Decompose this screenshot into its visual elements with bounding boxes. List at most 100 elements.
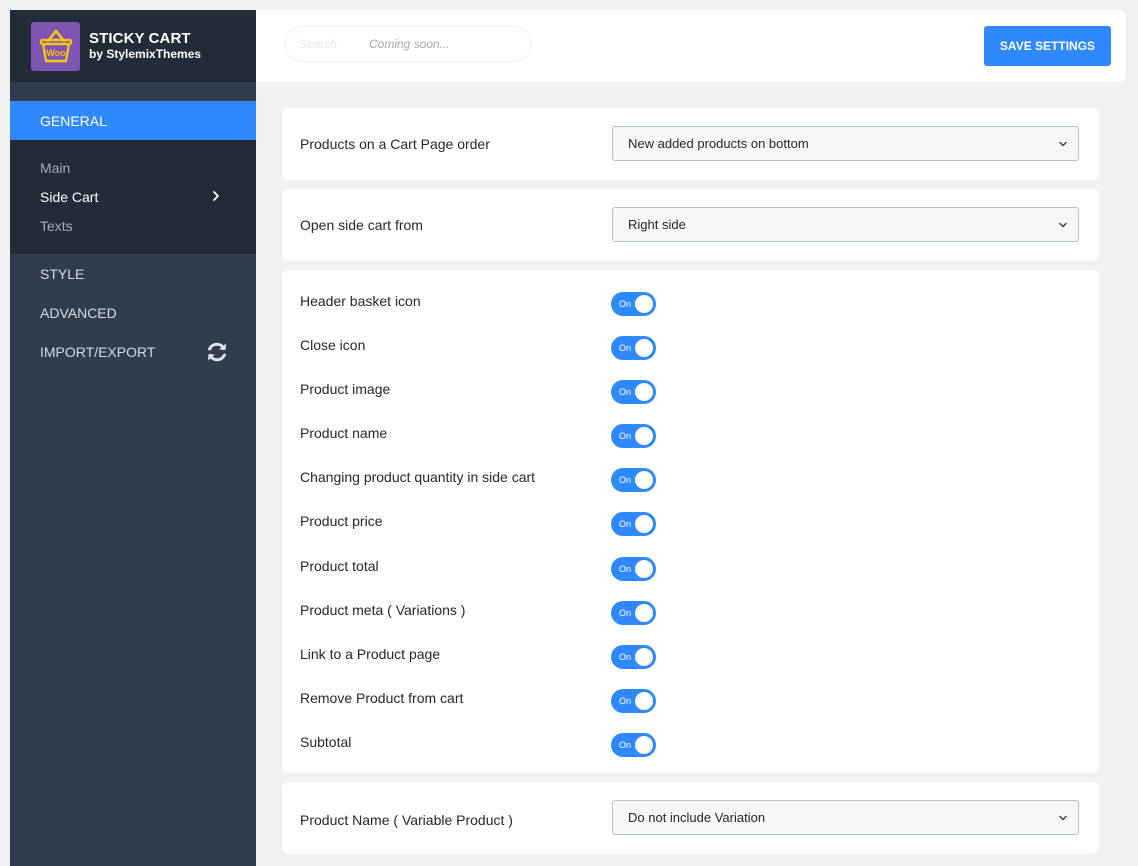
toggle-on-text: On bbox=[619, 475, 632, 485]
nav-item-style[interactable]: STYLE bbox=[10, 254, 256, 293]
toggle-row: Product total On bbox=[282, 543, 1099, 587]
nav-general-label: GENERAL bbox=[40, 112, 107, 129]
toggle-label: Link to a Product page bbox=[300, 646, 441, 662]
subnav-item-label: Main bbox=[40, 159, 71, 176]
toggle-knob bbox=[635, 648, 653, 666]
subnav: Main Side Cart Texts bbox=[10, 140, 256, 254]
panel-open-from: Open side cart from Right side bbox=[282, 189, 1099, 261]
subnav-item-side-cart[interactable]: Side Cart bbox=[10, 182, 256, 211]
toggle-on-text: On bbox=[619, 608, 632, 618]
toggle-label: Subtotal bbox=[300, 734, 352, 750]
chevron-right-icon bbox=[213, 191, 219, 201]
cart-order-value: New added products on bottom bbox=[628, 136, 809, 151]
nav-item-import-export[interactable]: IMPORT/EXPORT bbox=[10, 332, 256, 371]
nav-item-label: ADVANCED bbox=[40, 304, 117, 321]
toggle-row: Changing product quantity in side cart O… bbox=[282, 454, 1099, 498]
open-from-label: Open side cart from bbox=[300, 217, 423, 233]
toggle-label: Product price bbox=[300, 513, 383, 529]
sidebar: Woo STICKY CART by StylemixThemes GENERA… bbox=[10, 10, 256, 866]
search-coming-soon: Coming soon... bbox=[369, 37, 450, 51]
toggle-knob bbox=[635, 471, 653, 489]
panel-cart-order: Products on a Cart Page order New added … bbox=[282, 108, 1099, 180]
toggle-on-text: On bbox=[619, 652, 632, 662]
toggle-row: Header basket icon On bbox=[282, 278, 1099, 322]
panel-toggles: Header basket icon On Close icon On Prod… bbox=[282, 270, 1099, 773]
variable-name-label: Product Name ( Variable Product ) bbox=[300, 812, 513, 828]
toggle-row: Product image On bbox=[282, 366, 1099, 410]
refresh-icon bbox=[208, 342, 226, 362]
subnav-item-texts[interactable]: Texts bbox=[10, 211, 256, 240]
toggle-on-text: On bbox=[619, 431, 632, 441]
toggle-row: Product price On bbox=[282, 498, 1099, 542]
toggle-on-text: On bbox=[619, 299, 632, 309]
open-from-select[interactable]: Right side bbox=[612, 207, 1079, 242]
brand-subtitle: by StylemixThemes bbox=[89, 46, 202, 61]
toggle-label: Product meta ( Variations ) bbox=[300, 602, 466, 618]
chevron-down-icon bbox=[1059, 815, 1067, 821]
product-link-toggle[interactable]: On bbox=[611, 645, 656, 669]
product-name-toggle[interactable]: On bbox=[611, 424, 656, 448]
panel-variable-name: Product Name ( Variable Product ) Do not… bbox=[282, 782, 1099, 854]
toggle-on-text: On bbox=[619, 740, 632, 750]
toggle-knob bbox=[635, 736, 653, 754]
toggle-label: Remove Product from cart bbox=[300, 690, 464, 706]
toggle-on-text: On bbox=[619, 387, 632, 397]
chevron-down-icon bbox=[1059, 222, 1067, 228]
save-settings-button[interactable]: SAVE SETTINGS bbox=[984, 26, 1111, 66]
toggle-row: Remove Product from cart On bbox=[282, 675, 1099, 719]
toggle-knob bbox=[635, 339, 653, 357]
product-price-toggle[interactable]: On bbox=[611, 512, 656, 536]
product-meta-toggle[interactable]: On bbox=[611, 601, 656, 625]
close-icon-toggle[interactable]: On bbox=[611, 336, 656, 360]
toggle-on-text: On bbox=[619, 696, 632, 706]
variable-name-select[interactable]: Do not include Variation bbox=[612, 800, 1079, 835]
header-basket-icon-toggle[interactable]: On bbox=[611, 292, 656, 316]
cart-order-select[interactable]: New added products on bottom bbox=[612, 126, 1079, 161]
subnav-item-label: Side Cart bbox=[40, 188, 99, 205]
search-input[interactable]: Search Coming soon... bbox=[284, 26, 532, 62]
nav-item-label: IMPORT/EXPORT bbox=[40, 343, 156, 360]
nav-general[interactable]: GENERAL bbox=[10, 101, 256, 140]
subnav-item-label: Texts bbox=[40, 217, 73, 234]
chevron-down-icon bbox=[1059, 141, 1067, 147]
quantity-change-toggle[interactable]: On bbox=[611, 468, 656, 492]
toggle-on-text: On bbox=[619, 564, 632, 574]
toggle-row: Subtotal On bbox=[282, 719, 1099, 763]
toggle-on-text: On bbox=[619, 343, 632, 353]
brand: Woo STICKY CART by StylemixThemes bbox=[10, 10, 256, 82]
remove-product-toggle[interactable]: On bbox=[611, 689, 656, 713]
brand-logo-text: Woo bbox=[46, 48, 66, 58]
product-total-toggle[interactable]: On bbox=[611, 557, 656, 581]
toggle-label: Close icon bbox=[300, 337, 366, 353]
toggle-on-text: On bbox=[619, 519, 632, 529]
variable-name-value: Do not include Variation bbox=[628, 810, 766, 825]
toggle-label: Changing product quantity in side cart bbox=[300, 469, 536, 485]
toggle-knob bbox=[635, 692, 653, 710]
cart-order-label: Products on a Cart Page order bbox=[300, 136, 490, 152]
nav-item-advanced[interactable]: ADVANCED bbox=[10, 293, 256, 332]
toggle-knob bbox=[635, 383, 653, 401]
product-image-toggle[interactable]: On bbox=[611, 380, 656, 404]
top-header: Search Coming soon... SAVE SETTINGS bbox=[256, 10, 1126, 82]
search-placeholder: Search bbox=[299, 37, 338, 51]
toggle-knob bbox=[635, 427, 653, 445]
brand-title: STICKY CART bbox=[89, 29, 191, 47]
nav-item-label: STYLE bbox=[40, 265, 85, 282]
toggle-label: Product name bbox=[300, 425, 388, 441]
toggle-label: Header basket icon bbox=[300, 293, 421, 309]
toggle-knob bbox=[635, 295, 653, 313]
brand-logo: Woo bbox=[31, 21, 80, 71]
toggle-knob bbox=[635, 515, 653, 533]
subnav-item-main[interactable]: Main bbox=[10, 153, 256, 182]
toggle-row: Product name On bbox=[282, 410, 1099, 454]
shopping-basket-icon: Woo bbox=[39, 29, 72, 63]
toggle-label: Product total bbox=[300, 558, 379, 574]
toggle-row: Link to a Product page On bbox=[282, 631, 1099, 675]
toggle-knob bbox=[635, 604, 653, 622]
toggle-row: Product meta ( Variations ) On bbox=[282, 587, 1099, 631]
toggle-row: Close icon On bbox=[282, 322, 1099, 366]
toggle-label: Product image bbox=[300, 381, 391, 397]
open-from-value: Right side bbox=[628, 217, 686, 232]
subtotal-toggle[interactable]: On bbox=[611, 733, 656, 757]
toggle-knob bbox=[635, 560, 653, 578]
